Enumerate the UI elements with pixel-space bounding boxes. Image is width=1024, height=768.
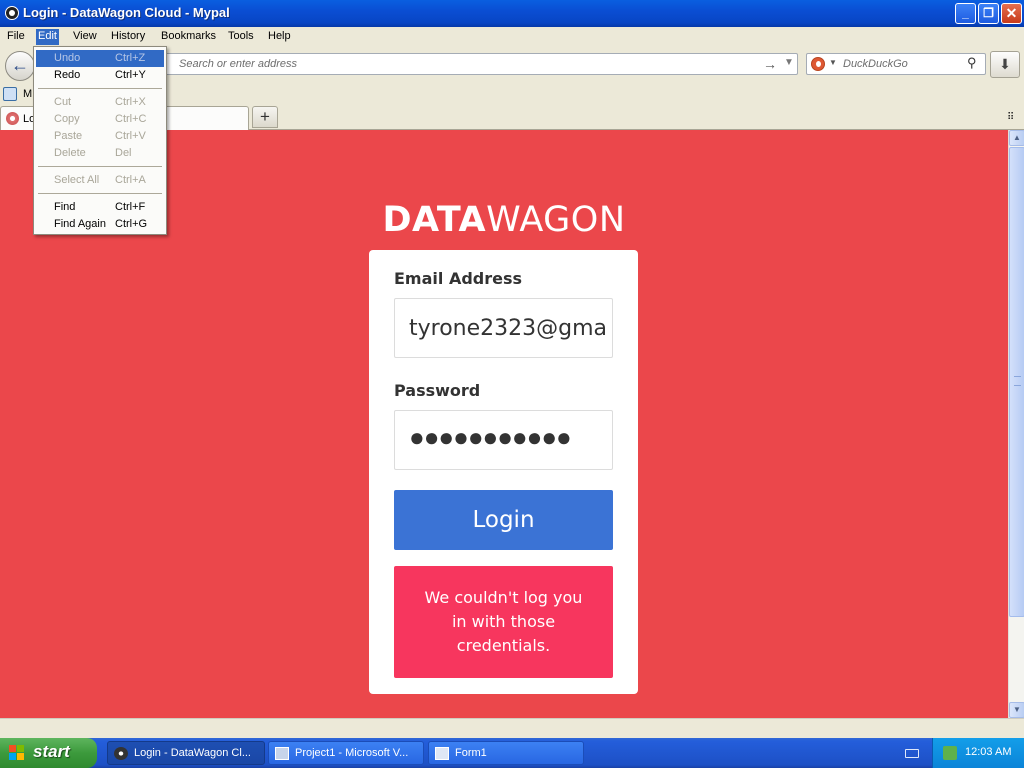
download-button[interactable]: ⬇ (990, 51, 1020, 78)
menu-edit[interactable]: Edit (36, 29, 59, 45)
menu-history[interactable]: History (109, 29, 147, 45)
start-button[interactable]: start (0, 738, 97, 768)
app-icon (5, 6, 19, 20)
menu-separator (38, 193, 162, 194)
tab-favicon-icon (6, 112, 19, 125)
taskbar-item-project1[interactable]: Project1 - Microsoft V... (268, 741, 424, 765)
menu-item-label: Find (54, 201, 76, 213)
address-bar[interactable]: → ▼ (150, 53, 798, 75)
duckduckgo-icon[interactable] (811, 57, 825, 71)
logo-light-text: WAGON (486, 200, 626, 240)
menu-item-shortcut: Ctrl+Y (115, 69, 146, 81)
password-label: Password (394, 381, 481, 400)
menu-item-label: Copy (54, 113, 80, 125)
menu-item-delete[interactable]: Delete Del (36, 145, 164, 162)
menu-item-label: Undo (54, 52, 81, 64)
menu-item-label: Delete (54, 147, 86, 159)
taskbar-item-label: Project1 - Microsoft V... (295, 747, 409, 759)
scroll-down-icon[interactable]: ▼ (1009, 702, 1024, 718)
minimize-button[interactable]: _ (955, 3, 976, 24)
error-message: We couldn't log you in with those creden… (394, 566, 613, 678)
address-input[interactable] (177, 56, 737, 72)
maximize-button[interactable]: ❐ (978, 3, 999, 24)
vertical-scrollbar[interactable]: ▲ ▼ (1008, 130, 1024, 718)
scrollbar-thumb[interactable] (1009, 147, 1024, 617)
back-button[interactable]: ← (5, 51, 35, 81)
menu-item-shortcut: Ctrl+F (115, 201, 146, 213)
mypal-icon (114, 747, 128, 760)
menu-item-redo[interactable]: Redo Ctrl+Y (36, 67, 164, 84)
menu-item-label: Select All (54, 174, 100, 186)
login-card: Email Address tyrone2323@gmail.com Passw… (369, 250, 638, 694)
menu-item-select-all[interactable]: Select All Ctrl+A (36, 172, 164, 189)
menu-item-cut[interactable]: Cut Ctrl+X (36, 94, 164, 111)
menu-item-find[interactable]: Find Ctrl+F (36, 199, 164, 216)
system-tray: 12:03 AM (932, 738, 1024, 768)
start-label: start (33, 742, 70, 761)
menu-item-shortcut: Ctrl+G (115, 218, 148, 230)
edit-menu-dropdown: Undo Ctrl+Z Redo Ctrl+Y Cut Ctrl+X Copy … (33, 46, 167, 235)
network-icon[interactable] (943, 746, 957, 760)
taskbar-item-mypal[interactable]: Login - DataWagon Cl... (107, 741, 265, 765)
menu-item-paste[interactable]: Paste Ctrl+V (36, 128, 164, 145)
bookmark-label[interactable]: M (23, 88, 32, 100)
menu-item-label: Redo (54, 69, 81, 81)
search-input[interactable] (841, 56, 961, 72)
email-field[interactable]: tyrone2323@gmail.com (394, 298, 613, 358)
menu-item-label: Find Again (54, 218, 106, 230)
search-icon[interactable]: ⚲ (967, 55, 977, 71)
taskbar-item-form1[interactable]: Form1 (428, 741, 584, 765)
go-arrow-icon[interactable]: → (763, 56, 777, 72)
logo-bold-text: DATA (382, 200, 487, 240)
menu-item-shortcut: Ctrl+A (115, 174, 146, 186)
status-bar (0, 718, 1024, 738)
menu-separator (38, 166, 162, 167)
taskbar-item-label: Form1 (455, 747, 487, 759)
clock[interactable]: 12:03 AM (965, 746, 1011, 758)
menu-view[interactable]: View (71, 29, 99, 45)
new-tab-button[interactable]: + (252, 106, 278, 128)
menu-item-find-again[interactable]: Find Again Ctrl+G (36, 216, 164, 233)
menu-tools[interactable]: Tools (226, 29, 256, 45)
address-dropdown-icon[interactable]: ▼ (784, 57, 794, 68)
menu-item-shortcut: Ctrl+Z (115, 52, 146, 64)
window-title: Login - DataWagon Cloud - Mypal (23, 5, 230, 20)
vb-icon (275, 747, 289, 760)
scroll-up-icon[interactable]: ▲ (1009, 130, 1024, 146)
menu-item-label: Cut (54, 96, 72, 108)
menu-item-label: Paste (54, 130, 83, 142)
menu-item-shortcut: Del (115, 147, 132, 159)
form-icon (435, 747, 449, 760)
search-bar[interactable]: ▼ ⚲ (806, 53, 986, 75)
email-label: Email Address (394, 269, 523, 288)
menu-item-undo[interactable]: Undo Ctrl+Z (36, 50, 164, 67)
windows-flag-icon (9, 745, 26, 761)
taskbar-item-label: Login - DataWagon Cl... (134, 747, 251, 759)
password-value[interactable]: ●●●●●●●●●●● (409, 422, 598, 453)
login-button[interactable]: Login (394, 490, 613, 550)
menu-bookmarks[interactable]: Bookmarks (159, 29, 218, 45)
keyboard-icon[interactable] (905, 749, 919, 758)
menu-item-shortcut: Ctrl+C (115, 113, 147, 125)
menu-item-shortcut: Ctrl+X (115, 96, 146, 108)
menu-help[interactable]: Help (266, 29, 293, 45)
menu-bar: File Edit View History Bookmarks Tools H… (0, 27, 1024, 46)
bookmark-icon[interactable] (3, 87, 17, 101)
password-field[interactable]: ●●●●●●●●●●● (394, 410, 613, 470)
menu-file[interactable]: File (5, 29, 27, 45)
taskbar: start Login - DataWagon Cl... Project1 -… (0, 738, 1024, 768)
menu-item-shortcut: Ctrl+V (115, 130, 146, 142)
menu-item-copy[interactable]: Copy Ctrl+C (36, 111, 164, 128)
title-bar: Login - DataWagon Cloud - Mypal _ ❐ ✕ (0, 0, 1024, 27)
menu-separator (38, 88, 162, 89)
close-button[interactable]: ✕ (1001, 3, 1022, 24)
all-tabs-icon[interactable]: ⠿ (1007, 112, 1014, 123)
email-value[interactable]: tyrone2323@gmail.com (409, 316, 609, 341)
search-engine-caret-icon[interactable]: ▼ (829, 58, 837, 67)
